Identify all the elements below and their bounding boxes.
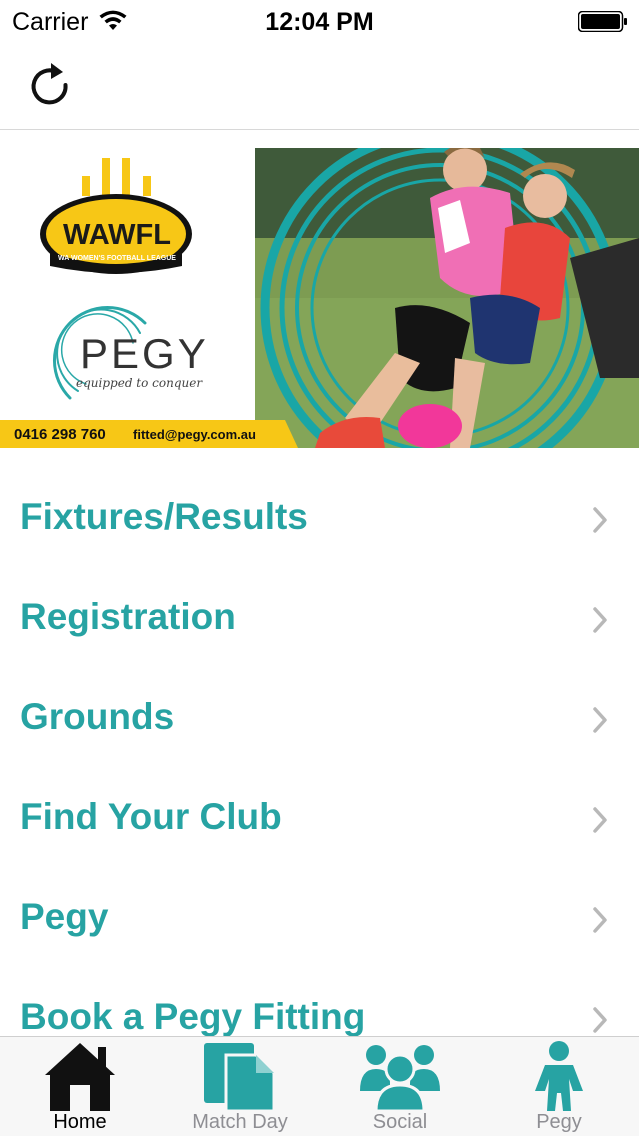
sponsor-phone: 0416 298 760 [14, 426, 106, 443]
menu-item-label: Find Your Club [20, 796, 282, 837]
app-screen: Carrier 12:04 PM WAWFL WA WOMEN'S FOOTBA… [0, 0, 639, 1136]
menu-item-find-your-club[interactable]: Find Your Club [0, 768, 639, 868]
navigation-bar [0, 42, 639, 130]
tab-social[interactable]: Social [320, 1037, 480, 1136]
group-icon [360, 1045, 440, 1111]
document-icon [204, 1043, 276, 1111]
chevron-right-icon [593, 707, 607, 733]
home-icon [45, 1043, 115, 1111]
person-icon [535, 1041, 583, 1111]
sponsor-email: fitted@pegy.com.au [133, 427, 256, 442]
league-logo-subtitle: WA WOMEN'S FOOTBALL LEAGUE [58, 255, 176, 262]
chevron-right-icon [593, 907, 607, 933]
tab-match-day[interactable]: Match Day [160, 1037, 320, 1136]
status-time: 12:04 PM [265, 8, 374, 36]
tab-bar: Home Match Day Social Pegy [0, 1036, 639, 1136]
tab-label: Social [372, 1111, 428, 1133]
menu-item-label: Registration [20, 596, 236, 637]
status-bar: Carrier 12:04 PM [0, 0, 639, 42]
battery-icon [578, 11, 627, 32]
banner-artwork [0, 148, 639, 448]
chevron-right-icon [593, 807, 607, 833]
menu-item-label: Grounds [20, 696, 175, 737]
tab-pegy[interactable]: Pegy [479, 1037, 639, 1136]
menu-item-registration[interactable]: Registration [0, 568, 639, 668]
refresh-icon[interactable] [26, 60, 74, 108]
menu-list: Fixtures/Results Registration Grounds Fi… [0, 468, 639, 1036]
menu-item-label: Fixtures/Results [20, 496, 308, 537]
tab-label: Match Day [192, 1111, 288, 1133]
sponsor-logo-name: PEGY [80, 330, 209, 377]
tab-home[interactable]: Home [0, 1037, 160, 1136]
menu-item-fixtures-results[interactable]: Fixtures/Results [0, 468, 639, 568]
sponsor-banner: WAWFL WA WOMEN'S FOOTBALL LEAGUE PEGY eq… [0, 148, 639, 448]
tab-label: Pegy [536, 1111, 582, 1133]
menu-item-label: Book a Pegy Fitting [20, 996, 366, 1036]
tab-label: Home [53, 1111, 107, 1133]
menu-item-label: Pegy [20, 896, 109, 937]
chevron-right-icon [593, 1007, 607, 1033]
menu-item-pegy[interactable]: Pegy [0, 868, 639, 968]
league-logo-name: WAWFL [63, 219, 171, 251]
sponsor-tagline: equipped to conquer [76, 376, 203, 390]
menu-item-book-pegy-fitting[interactable]: Book a Pegy Fitting [0, 968, 639, 1036]
menu-item-grounds[interactable]: Grounds [0, 668, 639, 768]
chevron-right-icon [593, 607, 607, 633]
chevron-right-icon [593, 507, 607, 533]
